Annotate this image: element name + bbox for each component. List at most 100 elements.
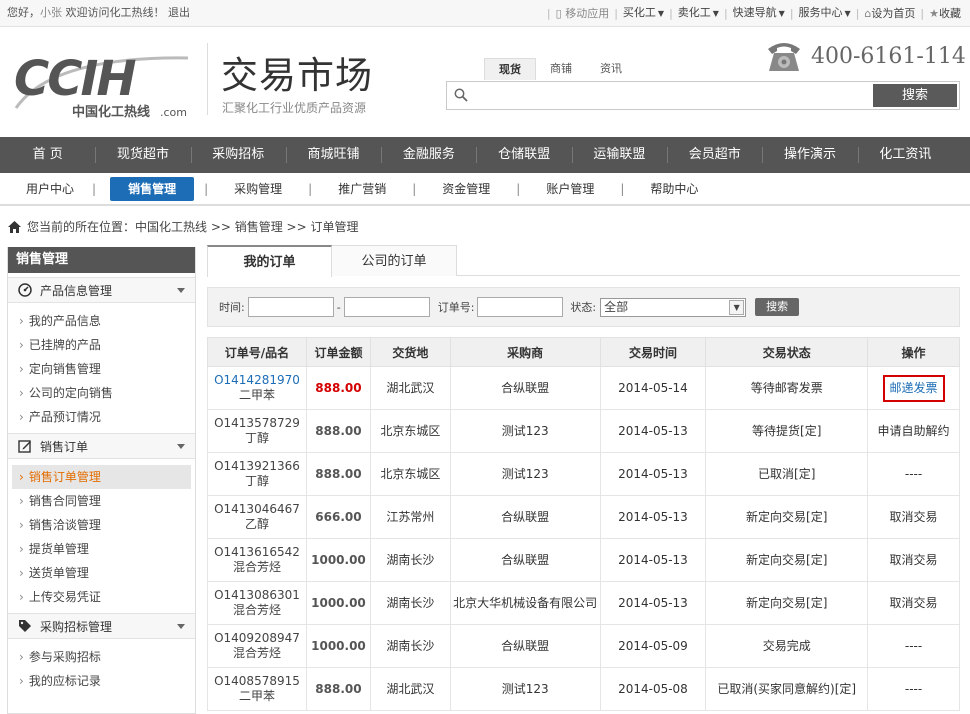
subnav-sales[interactable]: 销售管理	[110, 176, 195, 201]
sidebar-item-active[interactable]: › 销售订单管理	[12, 465, 191, 489]
cancel-trade-link[interactable]: 取消交易	[867, 581, 960, 625]
product-name: 丁醇	[244, 474, 269, 488]
sidebar-item[interactable]: › 定向销售管理	[8, 357, 195, 381]
order-id: O1413578729	[214, 416, 300, 430]
buyer-name: 北京大华机械设备有限公司	[449, 581, 601, 625]
order-no-input[interactable]	[477, 297, 564, 317]
product-name: 二甲苯	[238, 388, 275, 402]
table-row: O1413921366 丁醇 888.00 北京东城区 测试123 2014-05…	[207, 452, 960, 496]
order-amount: 888.00	[305, 452, 371, 496]
filter-bar: 时间: - 订单号: 状态: 全部 ▼ 搜索	[207, 287, 960, 327]
logout-link[interactable]: 退出	[168, 6, 190, 19]
sidebar-item[interactable]: › 上传交易凭证	[8, 585, 195, 609]
sidebar-item[interactable]: › 销售洽谈管理	[8, 513, 195, 537]
subnav-help[interactable]: 帮助中心	[624, 177, 724, 201]
nav-procurement[interactable]: 采购招标	[190, 137, 286, 173]
sidebar-item[interactable]: › 提货单管理	[8, 537, 195, 561]
subnav-user-center[interactable]: 用户中心	[0, 177, 92, 201]
apply-cancel-link[interactable]: 申请自助解约	[867, 409, 960, 453]
search-tab-news[interactable]: 资讯	[586, 58, 636, 80]
trade-status: 新定向交易[定]	[705, 581, 869, 625]
mail-invoice-button[interactable]: 邮递发票	[882, 374, 945, 402]
sidebar-section-orders[interactable]: 销售订单	[8, 433, 195, 459]
search-tab-spot[interactable]: 现货	[484, 58, 536, 80]
sidebar-item[interactable]: › 公司的定向销售	[8, 381, 195, 405]
date-to-input[interactable]	[343, 297, 430, 317]
header-divider	[207, 43, 208, 115]
nav-mall-shops[interactable]: 商城旺铺	[285, 137, 381, 173]
sidebar-item[interactable]: › 销售合同管理	[8, 489, 195, 513]
cancel-trade-link[interactable]: 取消交易	[867, 538, 960, 582]
sidebar-item[interactable]: › 送货单管理	[8, 561, 195, 585]
favorite-link[interactable]: ★收藏	[924, 1, 966, 27]
svg-text:中国化工热线: 中国化工热线	[72, 104, 150, 120]
sidebar-section-tender[interactable]: 采购招标管理	[8, 613, 195, 639]
tab-my-orders[interactable]: 我的订单	[207, 245, 332, 277]
table-row: O1413578729 丁醇 888.00 北京东城区 测试123 2014-05…	[207, 409, 960, 453]
nav-transport[interactable]: 运输联盟	[571, 137, 667, 173]
col-action: 操作	[867, 337, 960, 367]
sidebar-title: 销售管理	[8, 247, 195, 273]
sidebar-item[interactable]: › 我的应标记录	[8, 669, 195, 693]
username[interactable]: 小张	[40, 6, 62, 19]
buy-chemicals-menu[interactable]: 买化工 ▼	[618, 0, 669, 27]
col-amount: 订单金额	[305, 337, 371, 367]
tab-company-orders[interactable]: 公司的订单	[332, 245, 457, 276]
star-icon: ★	[929, 6, 939, 20]
sidebar-section-products[interactable]: 产品信息管理	[8, 277, 195, 303]
search-input[interactable]	[473, 82, 873, 109]
subnav-account[interactable]: 账户管理	[520, 177, 620, 201]
product-name: 混合芳烃	[232, 560, 281, 574]
nav-warehouse[interactable]: 仓储联盟	[476, 137, 571, 173]
set-homepage-link[interactable]: ⌂设为首页	[859, 1, 920, 27]
cancel-trade-link[interactable]: 取消交易	[867, 495, 960, 539]
trade-status: 已取消[定]	[705, 452, 869, 496]
time-label: 时间:	[219, 301, 245, 314]
product-name: 乙醇	[244, 517, 269, 531]
hotline-number: 400-6161-114	[811, 43, 966, 69]
nav-members[interactable]: 会员超市	[667, 137, 762, 173]
search-tab-shops[interactable]: 商铺	[536, 58, 586, 80]
trade-status: 新定向交易[定]	[705, 538, 869, 582]
nav-spot-market[interactable]: 现货超市	[95, 137, 190, 173]
nav-home[interactable]: 首 页	[0, 137, 95, 173]
sidebar-item[interactable]: › 我的产品信息	[8, 309, 195, 333]
search-button[interactable]: 搜索	[873, 84, 957, 107]
mobile-app-link[interactable]: ▯ 移动应用	[551, 1, 615, 27]
buyer-name: 合纵联盟	[449, 366, 601, 410]
quick-nav-menu[interactable]: 快速导航 ▼	[728, 0, 790, 27]
trade-status: 新定向交易[定]	[705, 495, 869, 539]
col-status: 交易状态	[705, 337, 869, 367]
nav-demo[interactable]: 操作演示	[762, 137, 857, 173]
order-id-link[interactable]: O1414281970	[208, 373, 306, 388]
status-select[interactable]: 全部 ▼	[600, 297, 747, 317]
chevron-down-icon	[177, 624, 185, 629]
service-center-menu[interactable]: 服务中心 ▼	[794, 0, 856, 27]
order-id: O1413046467	[214, 502, 300, 516]
svg-text:.com: .com	[160, 106, 187, 119]
date-from-input[interactable]	[247, 297, 334, 317]
orders-table: 订单号/品名 订单金额 交货地 采购商 交易时间 交易状态 操作 O141428…	[207, 337, 960, 711]
table-header-row: 订单号/品名 订单金额 交货地 采购商 交易时间 交易状态 操作	[207, 337, 960, 367]
nav-news[interactable]: 化工资讯	[857, 137, 953, 173]
subnav-marketing[interactable]: 推广营销	[312, 177, 412, 201]
sidebar-item[interactable]: › 已挂牌的产品	[8, 333, 195, 357]
trade-status: 等待邮寄发票	[705, 366, 869, 410]
filter-search-button[interactable]: 搜索	[755, 298, 800, 316]
order-id: O1413616542	[214, 545, 300, 559]
buyer-name: 合纵联盟	[449, 624, 601, 668]
order-amount: 1000.00	[305, 581, 371, 625]
table-row: O1414281970 二甲苯 888.00 湖北武汉 合纵联盟 2014-05-…	[207, 366, 960, 410]
subnav-purchase[interactable]: 采购管理	[208, 177, 308, 201]
nav-finance[interactable]: 金融服务	[381, 137, 476, 173]
buyer-name: 合纵联盟	[449, 495, 601, 539]
chevron-down-icon	[177, 288, 185, 293]
sidebar-item[interactable]: › 产品预订情况	[8, 405, 195, 429]
ccih-logo[interactable]: CCIH 中国化工热线 .com	[12, 50, 192, 120]
product-name: 混合芳烃	[232, 646, 281, 660]
subnav-funds[interactable]: 资金管理	[416, 177, 516, 201]
sidebar-item[interactable]: › 参与采购招标	[8, 645, 195, 669]
greeting-area: 您好，小张 欢迎访问化工热线！ 退出	[7, 0, 190, 26]
edit-icon	[18, 440, 31, 453]
sell-chemicals-menu[interactable]: 卖化工 ▼	[673, 0, 724, 27]
